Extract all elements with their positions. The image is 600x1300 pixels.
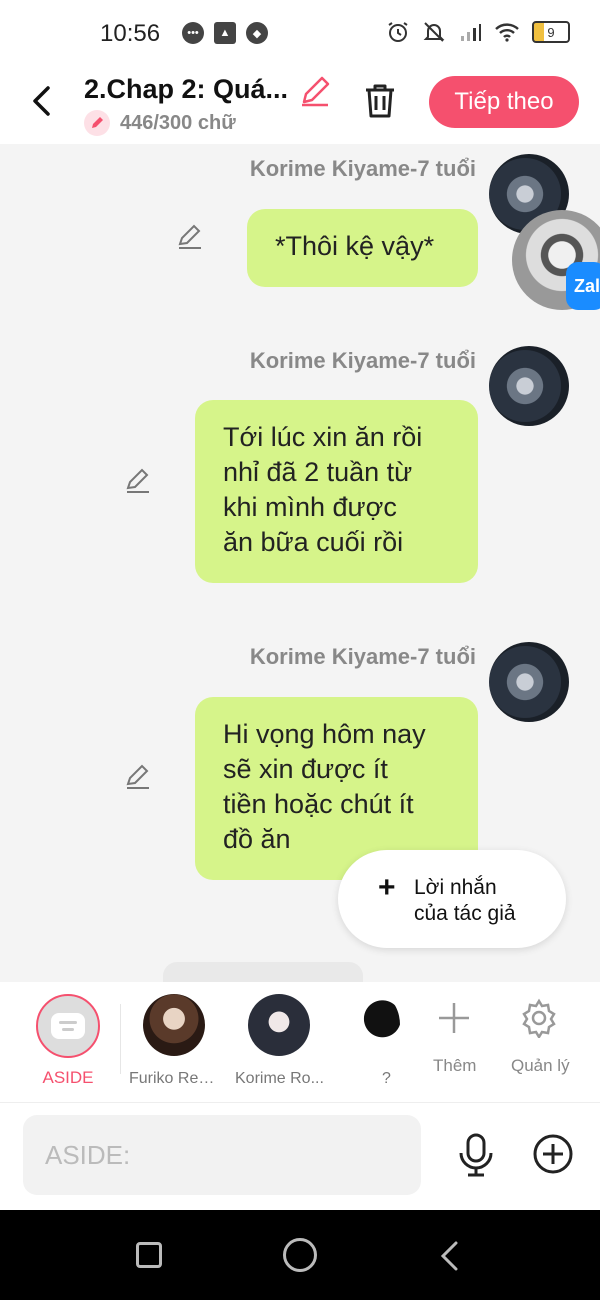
app-notification-icon: ◆: [246, 22, 268, 44]
aside-label: ASIDE: [42, 1068, 94, 1087]
message-text: *Thôi kệ vậy*: [275, 231, 435, 261]
edit-title-pencil-icon[interactable]: [298, 74, 332, 108]
alarm-icon: [388, 22, 408, 42]
aside-icon: [51, 1013, 85, 1039]
character-bar: ASIDE Furiko Res... Korime Ro... ? Thêm …: [0, 982, 600, 1103]
gear-icon[interactable]: [519, 998, 559, 1038]
microphone-icon[interactable]: [456, 1133, 496, 1177]
image-notification-icon: ▲: [214, 22, 236, 44]
message-bubble[interactable]: *Thôi kệ vậy*: [247, 209, 478, 287]
avatar[interactable]: [489, 346, 569, 426]
system-icons: 9: [386, 20, 570, 44]
battery-icon: 9: [532, 21, 570, 43]
status-time: 10:56: [100, 20, 161, 47]
editor-header: 2.Chap 2: Quá... 446/300 chữ Tiếp theo: [0, 68, 600, 144]
message-notification-icon: •••: [182, 22, 204, 44]
aside-button[interactable]: [36, 994, 100, 1058]
author-note-label-line2: của tác giả: [414, 902, 516, 925]
message-line: nhỉ đã 2 tuần từ: [223, 457, 413, 487]
recents-button[interactable]: [136, 1242, 162, 1268]
message-line: Tới lúc xin ăn rồi: [223, 422, 423, 452]
zalo-badge[interactable]: Zal: [566, 262, 600, 310]
nav-back-icon[interactable]: [436, 1240, 464, 1272]
avatar[interactable]: [489, 642, 569, 722]
plus-icon: +: [378, 871, 396, 904]
notification-icons: ••• ▲ ◆: [182, 22, 268, 44]
character-label: ?: [382, 1070, 391, 1087]
message-bubble[interactable]: Tới lúc xin ăn rồi nhỉ đã 2 tuần từ khi …: [195, 400, 478, 583]
manage-label[interactable]: Quản lý: [511, 1056, 570, 1076]
message-line: sẽ xin được ít: [223, 754, 388, 784]
status-bar: 10:56 ••• ▲ ◆ 9: [0, 0, 600, 68]
trash-icon[interactable]: [362, 82, 398, 120]
message-sender: Korime Kiyame-7 tuổi: [249, 644, 476, 669]
add-character-label[interactable]: Thêm: [433, 1056, 476, 1076]
word-count: 446/300 chữ: [120, 112, 236, 134]
message-sender: Korime Kiyame-7 tuổi: [249, 156, 476, 181]
back-arrow-icon[interactable]: [26, 84, 60, 118]
message-line: Hi vọng hôm nay: [223, 719, 426, 749]
chat-area[interactable]: Korime Kiyame-7 tuổi *Thôi kệ vậy* Korim…: [0, 144, 600, 982]
message-line: tiền hoặc chút ít: [223, 789, 414, 819]
edit-message-pencil-icon[interactable]: [124, 466, 152, 494]
chapter-title[interactable]: 2.Chap 2: Quá...: [84, 74, 294, 105]
zalo-label: Zal: [574, 275, 600, 296]
battery-level: 9: [547, 24, 555, 40]
add-character-plus-icon[interactable]: [436, 1000, 472, 1036]
character-label: Furiko Res...: [129, 1070, 219, 1087]
character-avatar-furiko[interactable]: [143, 994, 205, 1056]
message-sender: Korime Kiyame-7 tuổi: [249, 348, 476, 373]
edit-message-pencil-icon[interactable]: [176, 222, 204, 250]
message-input[interactable]: ASIDE:: [23, 1115, 421, 1195]
wifi-icon: [495, 23, 519, 42]
add-circle-icon[interactable]: [532, 1133, 574, 1175]
character-avatar-unknown[interactable]: [356, 994, 400, 1056]
signal-icon: [461, 24, 481, 41]
message-bubble[interactable]: [163, 962, 363, 982]
message-line: khi mình được: [223, 492, 397, 522]
edit-message-pencil-icon[interactable]: [124, 762, 152, 790]
word-count-pencil-icon: [84, 110, 110, 136]
author-note-button[interactable]: + Lời nhắn của tác giả: [338, 850, 566, 948]
system-nav-bar: [0, 1210, 600, 1300]
divider: [120, 1004, 121, 1074]
input-bar: ASIDE:: [0, 1103, 600, 1210]
next-button[interactable]: Tiếp theo: [429, 76, 579, 128]
mute-icon: [423, 22, 445, 42]
author-note-label-line1: Lời nhắn: [414, 876, 497, 899]
home-button[interactable]: [283, 1238, 317, 1272]
character-avatar-korime[interactable]: [248, 994, 310, 1056]
message-line: ăn bữa cuối rồi: [223, 527, 404, 557]
character-label: Korime Ro...: [235, 1070, 324, 1087]
